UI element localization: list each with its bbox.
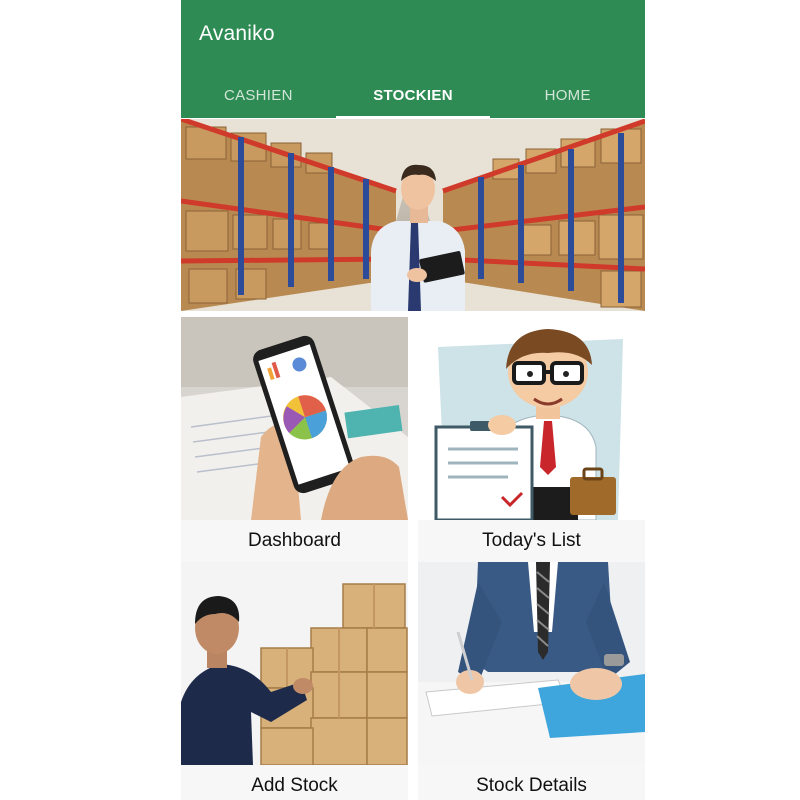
app-title: Avaniko [199,22,275,45]
worker-boxes-image [181,562,408,765]
menu-label-add-stock: Add Stock [181,765,408,800]
signing-documents-image [418,562,645,765]
app-bar: Avaniko CASHIEN STOCKIEN HOME [181,0,645,119]
tab-home[interactable]: HOME [490,72,645,118]
menu-label-stock-details: Stock Details [418,765,645,800]
tab-stockien[interactable]: STOCKIEN [335,72,491,119]
menu-card-todays-list[interactable]: Today's List [418,317,645,562]
app-screen: Avaniko CASHIEN STOCKIEN HOME Dashboard … [181,0,645,800]
phone-pie-chart-image [181,317,408,520]
tab-cashien[interactable]: CASHIEN [181,72,336,118]
menu-card-add-stock[interactable]: Add Stock [181,562,408,800]
menu-card-stock-details[interactable]: Stock Details [418,562,645,800]
menu-card-dashboard[interactable]: Dashboard [181,317,408,562]
clerk-clipboard-image [418,317,645,520]
warehouse-hero-image [181,119,645,311]
menu-label-dashboard: Dashboard [181,520,408,562]
tab-bar: CASHIEN STOCKIEN HOME [181,72,645,119]
menu-label-todays-list: Today's List [418,520,645,562]
